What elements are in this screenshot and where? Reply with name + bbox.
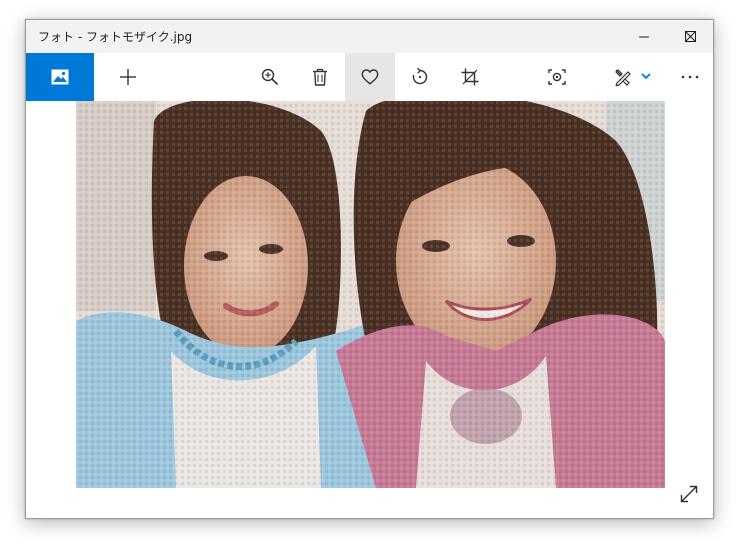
minimize-icon — [639, 36, 649, 38]
close-button[interactable] — [668, 20, 713, 53]
gallery-button[interactable] — [26, 53, 94, 101]
photo-viewer — [26, 101, 713, 518]
add-button[interactable] — [103, 53, 153, 101]
photos-app-window: フォト - フォトモザイク.jpg — [25, 19, 714, 519]
expand-fullscreen-icon — [680, 485, 698, 503]
add-icon — [120, 69, 136, 85]
rotate-icon — [412, 68, 428, 85]
focus-icon — [548, 69, 566, 85]
zoom-in-button[interactable] — [245, 53, 295, 101]
window-title: フォト - フォトモザイク.jpg — [38, 30, 193, 44]
crop-button[interactable] — [445, 53, 495, 101]
close-icon — [685, 31, 696, 42]
focus-button[interactable] — [532, 53, 582, 101]
more-options-icon — [681, 75, 699, 79]
crop-icon — [461, 68, 479, 86]
main-photo[interactable] — [76, 101, 665, 488]
minimize-button[interactable] — [622, 20, 668, 53]
edit-and-create-button[interactable] — [600, 53, 638, 101]
favorite-button[interactable] — [345, 53, 395, 101]
delete-button[interactable] — [295, 53, 345, 101]
title-bar: フォト - フォトモザイク.jpg — [26, 20, 713, 53]
toolbar — [26, 53, 713, 101]
rotate-button[interactable] — [395, 53, 445, 101]
delete-icon — [313, 68, 327, 86]
photo-mosaic-image — [76, 101, 665, 488]
gallery-icon — [51, 69, 69, 85]
chevron-down-icon — [641, 73, 651, 80]
expand-fullscreen-button[interactable] — [674, 479, 704, 509]
favorite-heart-icon — [361, 69, 379, 85]
more-options-button[interactable] — [666, 53, 713, 101]
edit-dropdown-button[interactable] — [638, 53, 656, 101]
zoom-in-icon — [261, 68, 279, 86]
edit-draw-icon — [615, 69, 631, 86]
